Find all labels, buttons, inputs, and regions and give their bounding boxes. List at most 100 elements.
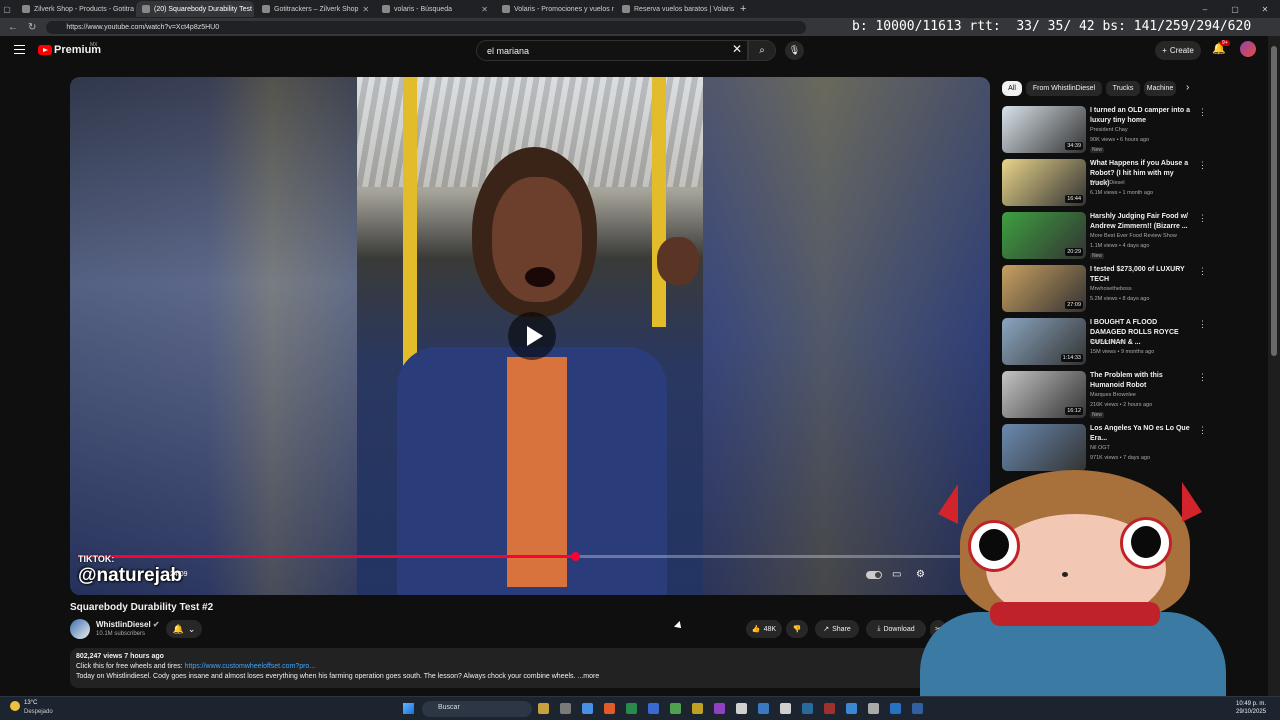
new-tab-button[interactable]: + bbox=[740, 3, 746, 15]
captions-icon[interactable]: ▭ bbox=[892, 569, 901, 580]
youtube-logo-icon[interactable] bbox=[38, 45, 52, 55]
back-icon[interactable]: ← bbox=[8, 22, 18, 33]
taskbar-app-icon[interactable] bbox=[538, 703, 549, 714]
taskbar-app-icon[interactable] bbox=[868, 703, 879, 714]
taskbar-app-icon[interactable] bbox=[758, 703, 769, 714]
taskbar-app-icon[interactable] bbox=[846, 703, 857, 714]
channel-name[interactable]: Mrwhosetheboss bbox=[1090, 286, 1132, 292]
download-button[interactable]: ⤓ Download bbox=[866, 620, 926, 638]
more-options-icon[interactable]: ⋮ bbox=[1198, 372, 1207, 383]
progress-fill bbox=[78, 555, 576, 558]
scrollbar-thumb[interactable] bbox=[1271, 46, 1277, 356]
weather-desc: Despejado bbox=[24, 709, 53, 715]
recommendation-item[interactable]: 20:29 Harshly Judging Fair Food w/ Andrew… bbox=[1002, 212, 1207, 260]
video-thumbnail[interactable]: 16:44 bbox=[1002, 159, 1086, 206]
taskbar-app-icon[interactable] bbox=[670, 703, 681, 714]
video-thumbnail[interactable]: 34:39 bbox=[1002, 106, 1086, 153]
yellow-beam bbox=[652, 77, 666, 327]
more-options-icon[interactable]: ⋮ bbox=[1198, 160, 1207, 171]
tab-title: (20) Squarebody Durability Test #2 bbox=[154, 5, 254, 13]
channel-name[interactable]: WhistlinDiesel ✔ bbox=[96, 620, 160, 629]
url-field[interactable]: https://www.youtube.com/watch?v=Xct4p8z5… bbox=[46, 20, 807, 34]
video-thumbnail[interactable]: 16:12 bbox=[1002, 371, 1086, 418]
more-options-icon[interactable]: ⋮ bbox=[1198, 266, 1207, 277]
browser-tab[interactable]: Reserva vuelos baratos | Volaris✕ bbox=[616, 1, 734, 17]
taskbar-app-icon[interactable] bbox=[736, 703, 747, 714]
browser-tab[interactable]: Zilverk Shop - Products - Gotitracke✕ bbox=[16, 1, 134, 17]
plus-icon: + bbox=[1162, 46, 1167, 55]
channel-name[interactable]: WhistlinDiesel bbox=[1090, 180, 1125, 186]
more-options-icon[interactable]: ⋮ bbox=[1198, 319, 1207, 330]
channel-name[interactable]: Marques Brownlee bbox=[1090, 392, 1136, 398]
taskbar-app-icon[interactable] bbox=[912, 703, 923, 714]
create-button[interactable]: + Create bbox=[1155, 41, 1201, 60]
taskbar-app-icon[interactable] bbox=[824, 703, 835, 714]
browser-tab[interactable]: Gotitrackers – Zilverk Shop ✕ bbox=[256, 1, 374, 17]
create-label: Create bbox=[1169, 46, 1194, 55]
video-thumbnail[interactable]: 1:14:33 bbox=[1002, 318, 1086, 365]
taskbar-app-icon[interactable] bbox=[626, 703, 637, 714]
tab-close-icon[interactable]: ✕ bbox=[362, 5, 369, 14]
progress-bar[interactable] bbox=[78, 552, 982, 561]
channel-name[interactable]: More Best Ever Food Review Show bbox=[1090, 233, 1177, 239]
window-maximize-button[interactable]: ▢ bbox=[1220, 5, 1250, 14]
taskbar-app-icon[interactable] bbox=[890, 703, 901, 714]
video-duration: 16:44 bbox=[1065, 195, 1083, 203]
browser-tab[interactable]: volaris - Búsqueda ✕ bbox=[376, 1, 494, 17]
more-options-icon[interactable]: ⋮ bbox=[1198, 107, 1207, 118]
filter-chip[interactable]: Trucks bbox=[1106, 81, 1140, 96]
search-button[interactable]: ⌕ bbox=[748, 40, 776, 61]
start-button-icon[interactable] bbox=[403, 703, 414, 714]
tab-list-icon[interactable]: ▢ bbox=[0, 5, 14, 14]
taskbar-app-icon[interactable] bbox=[560, 703, 571, 714]
recommendation-item[interactable]: 16:12 The Problem with this Humanoid Robo… bbox=[1002, 371, 1207, 419]
search-input[interactable]: el mariana bbox=[476, 40, 748, 61]
channel-name[interactable]: President Chay bbox=[1090, 127, 1128, 133]
channel-avatar[interactable] bbox=[70, 619, 90, 639]
filter-chip[interactable]: All bbox=[1002, 81, 1022, 96]
account-avatar[interactable] bbox=[1240, 41, 1256, 57]
description-box[interactable]: 802,247 views 7 hours ago Click this for… bbox=[70, 648, 938, 688]
channel-name[interactable]: Nil OGT bbox=[1090, 445, 1110, 451]
share-icon: ↗ bbox=[823, 626, 830, 633]
taskbar-search-input[interactable]: Buscar bbox=[422, 701, 532, 717]
filter-chip[interactable]: From WhistlinDiesel bbox=[1026, 81, 1102, 96]
window-close-button[interactable]: ✕ bbox=[1250, 5, 1280, 14]
window-minimize-button[interactable]: – bbox=[1190, 5, 1220, 14]
filter-chip[interactable]: Machine bbox=[1144, 81, 1176, 96]
more-options-icon[interactable]: ⋮ bbox=[1198, 213, 1207, 224]
play-button[interactable] bbox=[508, 312, 556, 360]
taskbar-app-icon[interactable] bbox=[802, 703, 813, 714]
recommendation-item[interactable]: 16:44 What Happens if you Abuse a Robot? … bbox=[1002, 159, 1207, 207]
clear-search-icon[interactable]: ✕ bbox=[732, 42, 742, 56]
reload-icon[interactable]: ↻ bbox=[28, 22, 36, 33]
description-link[interactable]: https://www.customwheeloffset.com?pro... bbox=[185, 663, 316, 670]
taskbar-app-icon[interactable] bbox=[780, 703, 791, 714]
video-thumbnail[interactable]: 27:09 bbox=[1002, 265, 1086, 312]
taskbar-app-icon[interactable] bbox=[604, 703, 615, 714]
tab-close-icon[interactable]: ✕ bbox=[481, 5, 488, 14]
chevron-right-icon[interactable]: › bbox=[1186, 82, 1189, 93]
more-options-icon[interactable]: ⋮ bbox=[1198, 425, 1207, 436]
taskbar-app-icon[interactable] bbox=[714, 703, 725, 714]
video-thumbnail[interactable]: 20:29 bbox=[1002, 212, 1086, 259]
recommendation-item[interactable]: 1:14:33 I BOUGHT A FLOOD DAMAGED ROLLS RO… bbox=[1002, 318, 1207, 366]
recommendation-item[interactable]: 34:39 I turned an OLD camper into a luxur… bbox=[1002, 106, 1207, 154]
browser-tab[interactable]: Volaris - Promociones y vuelos m✕ bbox=[496, 1, 614, 17]
hamburger-menu-icon[interactable] bbox=[14, 45, 25, 54]
taskbar-app-icon[interactable] bbox=[648, 703, 659, 714]
taskbar-app-icon[interactable] bbox=[692, 703, 703, 714]
weather-icon[interactable] bbox=[10, 701, 20, 711]
microphone-icon[interactable]: 🎙 bbox=[785, 41, 804, 60]
video-player[interactable]: TIKTOK: @naturejab 24:09 ▭ ⚙ bbox=[70, 77, 990, 595]
dislike-button[interactable]: 👎 bbox=[786, 620, 808, 638]
autoplay-toggle[interactable] bbox=[866, 571, 882, 579]
browser-tab[interactable]: (20) Squarebody Durability Test #2✕ bbox=[136, 1, 254, 17]
taskbar-app-icon[interactable] bbox=[582, 703, 593, 714]
system-clock[interactable]: 10:49 p. m. 29/10/2025 bbox=[1236, 700, 1266, 716]
share-button[interactable]: ↗ Share bbox=[815, 620, 859, 638]
like-button[interactable]: 👍 48K bbox=[746, 620, 782, 638]
recommendation-item[interactable]: 27:09 I tested $273,000 of LUXURY TECH Mrw… bbox=[1002, 265, 1207, 313]
channel-name[interactable]: Mat Armstrong bbox=[1090, 339, 1126, 345]
subscribed-button[interactable]: 🔔 ⌄ bbox=[166, 620, 202, 638]
